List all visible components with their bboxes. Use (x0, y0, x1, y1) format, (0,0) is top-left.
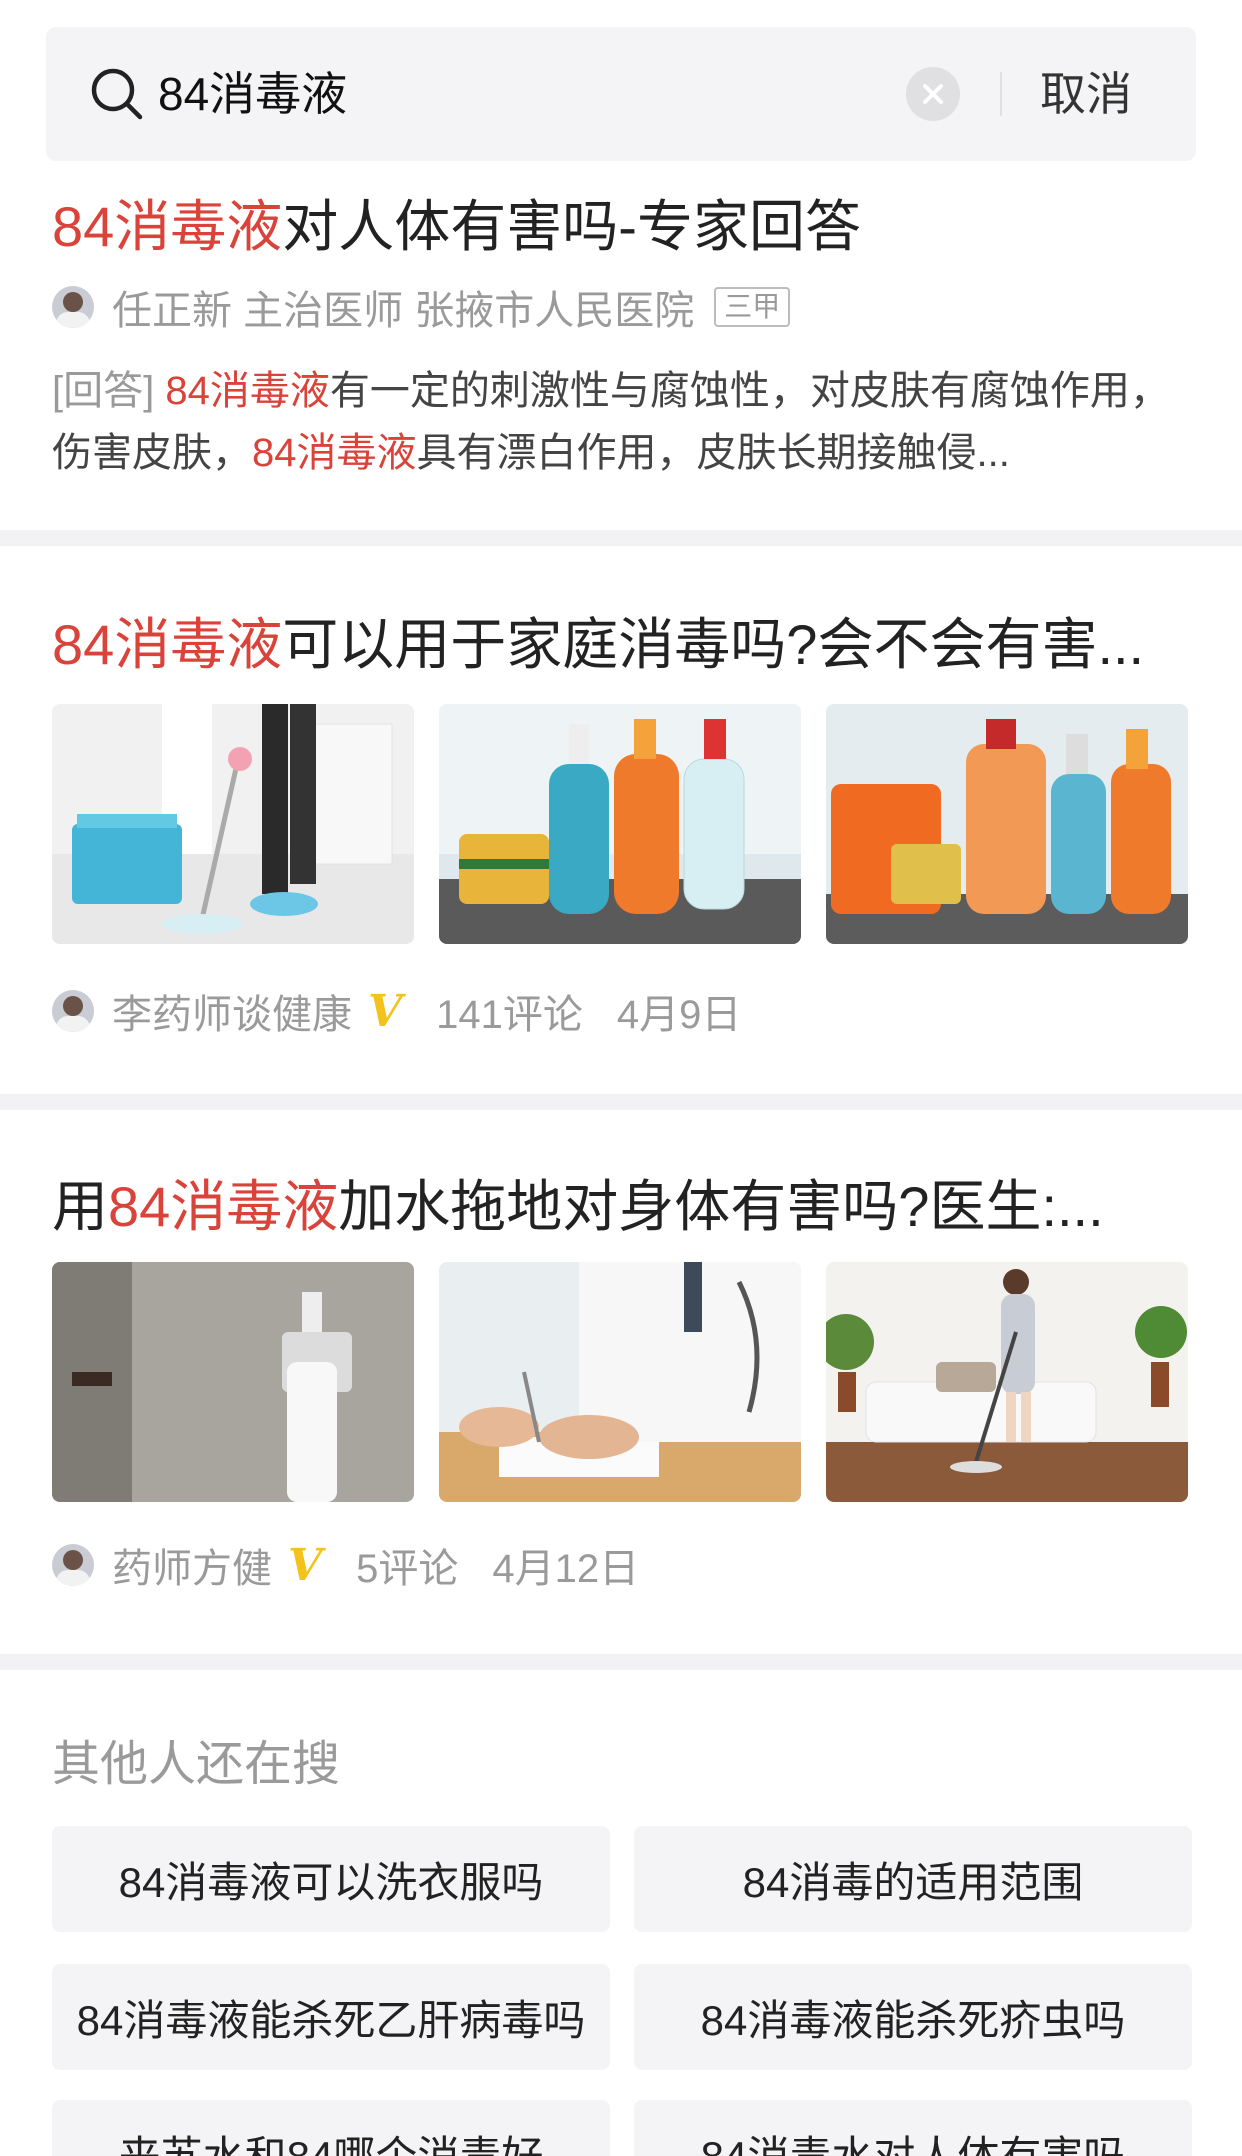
comment-count: 141评论 (436, 993, 583, 1037)
title-highlight: 84消毒液 (52, 195, 283, 258)
answer-snippet: [回答] 84消毒液有一定的刺激性与腐蚀性，对皮肤有腐蚀作用，伤害皮肤，84消毒… (52, 360, 1182, 484)
thumbnail-mopping-floor[interactable] (52, 704, 414, 944)
separator (0, 1094, 1242, 1110)
author-row: 任正新 主治医师 张掖市人民医院 三甲 (52, 282, 791, 333)
publish-date: 4月12日 (492, 1547, 640, 1591)
cancel-button[interactable]: 取消 (1040, 27, 1132, 161)
thumbnail-cleaning-bottles[interactable] (439, 704, 801, 944)
thumbnail-row (52, 1262, 1188, 1502)
related-search-chip[interactable]: 84消毒液能杀死乙肝病毒吗 (52, 1964, 610, 2070)
result-card-2[interactable]: 84消毒液可以用于家庭消毒吗?会不会有害... 李药师谈健康 V 141评论 4… (0, 546, 1242, 1094)
title-highlight: 84消毒液 (52, 613, 283, 676)
title-prefix: 用 (52, 1175, 108, 1238)
hospital-badge: 三甲 (714, 287, 791, 327)
avatar (52, 286, 94, 328)
comment-count: 5评论 (356, 1547, 459, 1591)
search-header: 84消毒液 取消 (0, 0, 1242, 180)
publish-date: 4月9日 (616, 993, 742, 1037)
answer-tag: [回答] (52, 369, 155, 413)
verified-icon: V (288, 1539, 323, 1591)
thumbnail-woman-mopping[interactable] (826, 1262, 1188, 1502)
thumbnail-cleaning-supplies[interactable] (826, 704, 1188, 944)
related-search-chip[interactable]: 来苏水和84哪个消毒好 (52, 2100, 610, 2156)
result-title[interactable]: 84消毒液对人体有害吗-专家回答 (52, 182, 1192, 263)
search-input[interactable]: 84消毒液 (158, 27, 347, 161)
title-text: 加水拖地对身体有害吗?医生:... (338, 1175, 1104, 1238)
author-row: 药师方健 V 5评论 4月12日 (52, 1539, 639, 1591)
related-searches-title: 其他人还在搜 (52, 1738, 341, 1791)
avatar (52, 1544, 94, 1586)
related-search-chip[interactable]: 84消毒的适用范围 (634, 1826, 1192, 1932)
avatar (52, 990, 94, 1032)
result-title[interactable]: 用84消毒液加水拖地对身体有害吗?医生:... (52, 1162, 1192, 1243)
search-icon (91, 68, 143, 120)
thumbnail-doctor-writing[interactable] (439, 1262, 801, 1502)
snippet-highlight: 84消毒液 (252, 431, 417, 475)
author-name: 药师方健 (112, 1547, 272, 1591)
result-card-3[interactable]: 用84消毒液加水拖地对身体有害吗?医生:... 药师方健 V 5评论 4月12日 (0, 1110, 1242, 1654)
snippet-text: 具有漂白作用，皮肤长期接触侵... (416, 431, 1010, 475)
clear-icon[interactable] (906, 67, 960, 121)
title-text: 可以用于家庭消毒吗?会不会有害... (282, 613, 1145, 676)
author-name: 李药师谈健康 (112, 993, 352, 1037)
snippet-highlight: 84消毒液 (165, 369, 330, 413)
related-search-chip[interactable]: 84消毒液能杀死疥虫吗 (634, 1964, 1192, 2070)
verified-icon: V (368, 985, 403, 1037)
author-name: 任正新 主治医师 张掖市人民医院 (112, 289, 695, 333)
thumbnail-row (52, 704, 1188, 944)
thumbnail-wall-dispenser[interactable] (52, 1262, 414, 1502)
separator (0, 1654, 1242, 1670)
separator (0, 530, 1242, 546)
related-search-chip[interactable]: 84消毒液可以洗衣服吗 (52, 1826, 610, 1932)
author-row: 李药师谈健康 V 141评论 4月9日 (52, 985, 741, 1037)
related-search-chip[interactable]: 84消毒水对人体有害吗 (634, 2100, 1192, 2156)
title-highlight: 84消毒液 (108, 1175, 339, 1238)
divider (1000, 72, 1002, 116)
search-box[interactable]: 84消毒液 取消 (46, 27, 1196, 161)
title-text: 对人体有害吗-专家回答 (282, 195, 861, 258)
result-card-1[interactable]: 84消毒液对人体有害吗-专家回答 任正新 主治医师 张掖市人民医院 三甲 [回答… (0, 180, 1242, 530)
result-title[interactable]: 84消毒液可以用于家庭消毒吗?会不会有害... (52, 600, 1192, 681)
